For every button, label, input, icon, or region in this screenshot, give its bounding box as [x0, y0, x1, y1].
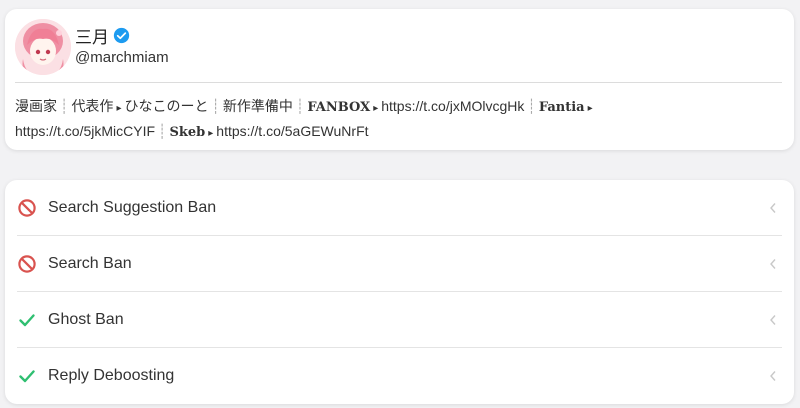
- bio-text: 新作準備中: [222, 98, 293, 114]
- checkmark-icon: [19, 370, 35, 383]
- separator: ┊: [60, 98, 69, 114]
- separator: ┊: [295, 98, 305, 114]
- brand-fantia: Fantia: [538, 100, 585, 115]
- check-label: Reply Deboosting: [48, 367, 175, 384]
- link-skeb[interactable]: https://t.co/5aGEWuNrFt: [216, 123, 368, 139]
- profile-card: 三月 @marchmiam 漫画家 ┊ 代表作 ▸ ひなこのーと ┊ 新作準備中 ┊ FANBO…: [5, 9, 794, 150]
- separator: ┊: [211, 98, 220, 114]
- chevron-left-icon: [770, 314, 776, 325]
- triangle-icon: ▸: [373, 103, 379, 114]
- brand-skeb: Skeb: [169, 125, 206, 140]
- bio-text: 漫画家: [15, 98, 57, 114]
- separator: ┊: [158, 123, 167, 139]
- triangle-icon: ▸: [208, 128, 214, 139]
- verified-badge-icon: [113, 27, 130, 44]
- bio: 漫画家 ┊ 代表作 ▸ ひなこのーと ┊ 新作準備中 ┊ FANBOX ▸ https://t.co…: [15, 95, 782, 145]
- link-fanbox[interactable]: https://t.co/jxMOlvcgHk: [381, 98, 524, 114]
- triangle-icon: ▸: [587, 103, 593, 114]
- link-fantia[interactable]: https://t.co/5jkMicCYIF: [15, 123, 155, 139]
- separator: ┊: [527, 98, 536, 114]
- triangle-icon: ▸: [116, 103, 122, 114]
- check-label: Search Suggestion Ban: [48, 198, 217, 216]
- bio-text: ひなこのーと: [124, 98, 209, 114]
- no-entry-icon: [18, 198, 36, 217]
- brand-fanbox: FANBOX: [307, 100, 371, 115]
- checkmark-icon: [19, 313, 35, 326]
- bio-text: 代表作: [71, 98, 114, 114]
- display-name: 三月: [75, 28, 109, 47]
- check-row-reply-deboosting[interactable]: Reply Deboosting: [17, 348, 782, 404]
- results-card: Search Suggestion Ban Search Ban Ghost B…: [5, 180, 794, 404]
- handle: @marchmiam: [75, 49, 169, 66]
- avatar[interactable]: [15, 19, 71, 75]
- no-entry-icon: [18, 254, 36, 273]
- check-row-ghost-ban[interactable]: Ghost Ban: [17, 292, 782, 348]
- avatar-image: [15, 19, 71, 75]
- check-row-search-suggestion-ban[interactable]: Search Suggestion Ban: [17, 180, 782, 236]
- display-name-row: 三月: [75, 23, 130, 48]
- chevron-left-icon: [770, 202, 776, 213]
- chevron-left-icon: [770, 258, 776, 269]
- check-label: Ghost Ban: [48, 310, 124, 328]
- check-row-search-ban[interactable]: Search Ban: [17, 236, 782, 292]
- chevron-left-icon: [770, 371, 776, 381]
- divider: [15, 82, 782, 83]
- check-label: Search Ban: [48, 254, 132, 272]
